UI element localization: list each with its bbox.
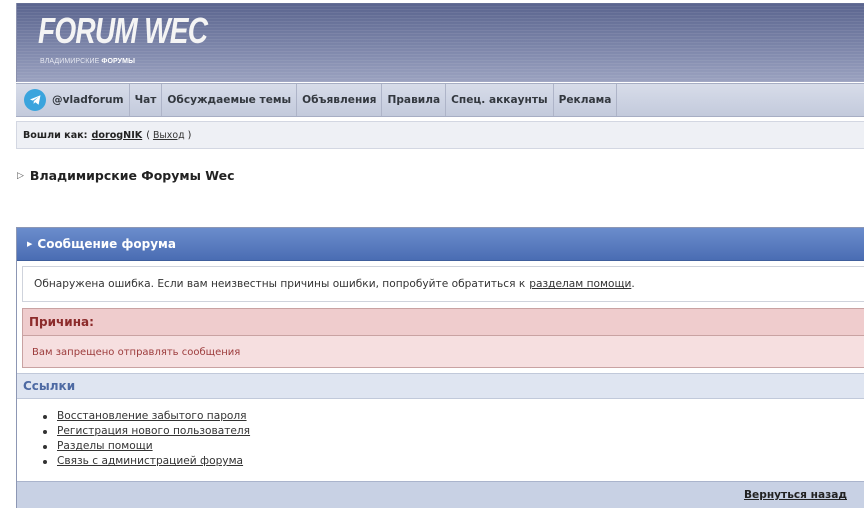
- message-header: ▶ Сообщение форума: [17, 228, 864, 261]
- error-info: Обнаружена ошибка. Если вам неизвестны п…: [22, 266, 864, 302]
- forum-logo[interactable]: FORUM WEC: [38, 11, 208, 51]
- breadcrumb: ▷ Владимирские Форумы Wec: [17, 168, 234, 183]
- main-nav: @vladforum Чат Обсуждаемые темы Объявлен…: [16, 83, 864, 117]
- message-title: Сообщение форума: [37, 237, 176, 251]
- nav-item-ads[interactable]: Реклама: [554, 84, 618, 116]
- logo-sub-normal: ВЛАДИМИРСКИЕ: [40, 58, 102, 65]
- logout-link[interactable]: Выход: [153, 130, 185, 141]
- forum-header: FORUM WEC ВЛАДИМИРСКИЕ ФОРУМЫ: [16, 3, 864, 82]
- link-register[interactable]: Регистрация нового пользователя: [57, 424, 250, 439]
- list-item: Связь с администрацией форума: [43, 454, 250, 469]
- go-back-link[interactable]: Вернуться назад: [744, 489, 847, 501]
- help-sections-link[interactable]: разделам помощи: [529, 278, 631, 290]
- error-info-end: .: [631, 278, 635, 290]
- paren-open: (: [146, 129, 150, 141]
- link-recover-password[interactable]: Восстановление забытого пароля: [57, 409, 247, 424]
- reason-text: Вам запрещено отправлять сообщения: [32, 347, 241, 358]
- breadcrumb-arrow-icon: ▷: [17, 170, 24, 181]
- logged-in-label: Вошли как:: [23, 129, 88, 141]
- telegram-icon: [24, 89, 46, 111]
- links-title: Ссылки: [17, 373, 864, 399]
- links-list: Восстановление забытого пароля Регистрац…: [43, 409, 250, 469]
- bullet-icon: [43, 444, 47, 449]
- error-info-text: Обнаружена ошибка. Если вам неизвестны п…: [34, 278, 526, 290]
- username-link[interactable]: dorogNIK: [92, 130, 143, 141]
- nav-item-telegram[interactable]: @vladforum: [16, 84, 130, 116]
- login-bar: Вошли как: dorogNIK ( Выход ): [16, 121, 864, 149]
- message-footer: Вернуться назад: [17, 481, 864, 508]
- bullet-icon: [43, 414, 47, 419]
- list-item: Восстановление забытого пароля: [43, 409, 250, 424]
- logo-sub-bold: ФОРУМЫ: [101, 58, 136, 65]
- nav-item-chat[interactable]: Чат: [130, 84, 163, 116]
- link-contact-admin[interactable]: Связь с администрацией форума: [57, 454, 243, 469]
- list-item: Регистрация нового пользователя: [43, 424, 250, 439]
- nav-item-special-accounts[interactable]: Спец. аккаунты: [446, 84, 554, 116]
- forum-logo-subtitle: ВЛАДИМИРСКИЕ ФОРУМЫ: [40, 58, 135, 65]
- bullet-icon: [43, 459, 47, 464]
- link-help[interactable]: Разделы помощи: [57, 439, 153, 454]
- reason-panel: Причина: Вам запрещено отправлять сообще…: [22, 308, 864, 368]
- message-header-arrow-icon: ▶: [27, 240, 33, 248]
- nav-item-hot-topics[interactable]: Обсуждаемые темы: [162, 84, 298, 116]
- breadcrumb-forum-title[interactable]: Владимирские Форумы Wec: [30, 168, 235, 183]
- nav-label: @vladforum: [52, 94, 124, 106]
- forum-message-box: ▶ Сообщение форума Обнаружена ошибка. Ес…: [16, 227, 864, 508]
- paren-close: ): [187, 129, 192, 141]
- bullet-icon: [43, 429, 47, 434]
- reason-title: Причина:: [23, 309, 864, 336]
- list-item: Разделы помощи: [43, 439, 250, 454]
- nav-item-announcements[interactable]: Объявления: [297, 84, 383, 116]
- nav-item-rules[interactable]: Правила: [382, 84, 447, 116]
